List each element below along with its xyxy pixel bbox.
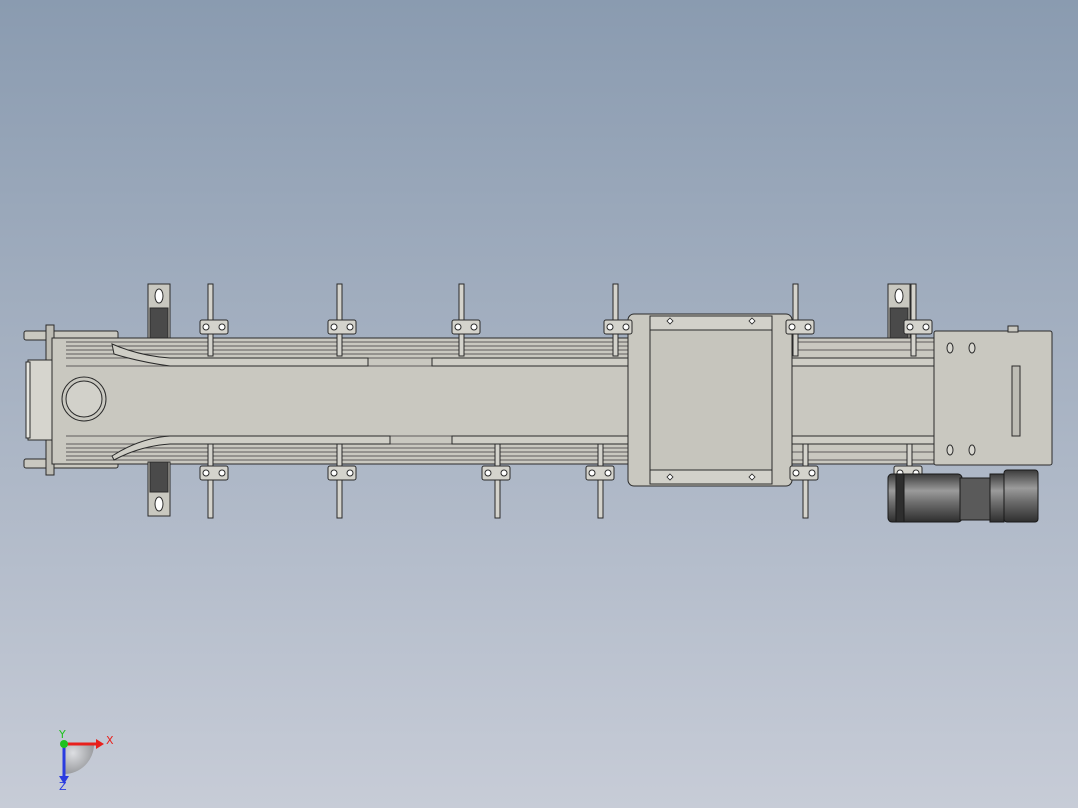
y-axis-dot-icon bbox=[60, 740, 68, 748]
drive-cap bbox=[1007, 325, 1019, 333]
upper-guide-strip-2 bbox=[431, 357, 647, 367]
drive-shaft bbox=[1011, 365, 1021, 437]
lower-guide-strip-2 bbox=[451, 435, 647, 445]
model-canvas[interactable]: X Y Z bbox=[0, 0, 1078, 808]
housing-panel bbox=[649, 329, 773, 471]
x-axis-label: X bbox=[106, 734, 114, 747]
housing-top-lip bbox=[649, 315, 773, 331]
z-axis-label: Z bbox=[59, 780, 67, 793]
graphics-viewport[interactable]: X Y Z bbox=[0, 0, 1078, 808]
idler-pulley-inner bbox=[65, 380, 103, 418]
y-axis-label: Y bbox=[58, 728, 66, 741]
gear-motor-icon bbox=[887, 469, 1039, 523]
